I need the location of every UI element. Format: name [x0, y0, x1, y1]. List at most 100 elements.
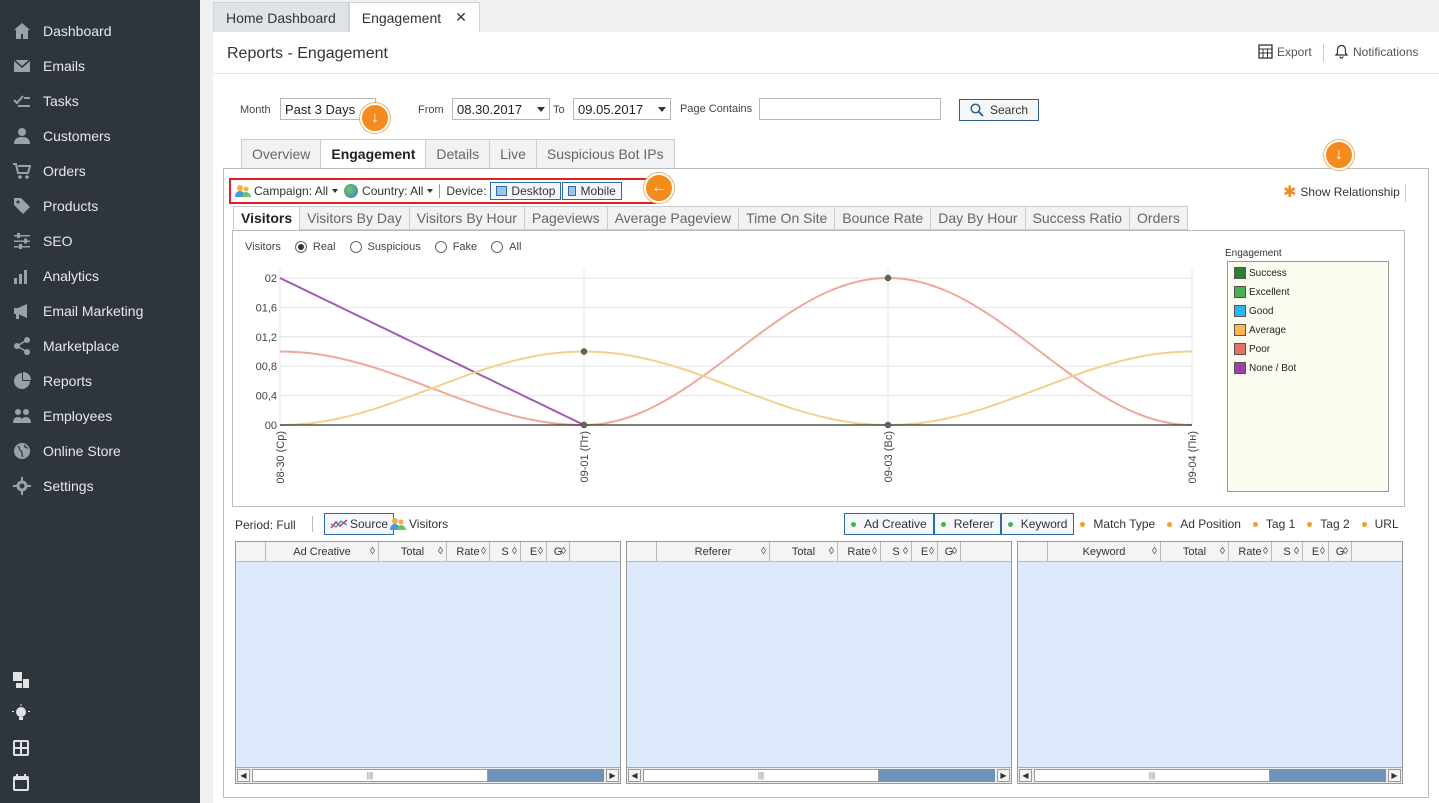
sidebar-item-dashboard[interactable]: Dashboard [0, 13, 200, 48]
column-header[interactable]: S ◊ [881, 542, 912, 562]
legend-item[interactable]: Good [1234, 305, 1273, 317]
sidebar-item-settings[interactable]: Settings [0, 468, 200, 503]
column-header[interactable]: G ◊ [938, 542, 961, 562]
sidebar-item-label: Settings [43, 477, 94, 494]
sort-icon[interactable]: ◊ [1220, 546, 1225, 557]
legend-item[interactable]: None / Bot [1234, 362, 1296, 374]
sidebar-item-marketplace[interactable]: Marketplace [0, 328, 200, 363]
horizontal-scrollbar[interactable]: ◀ ||| ▶ [1018, 767, 1402, 783]
sidebar-item-reports[interactable]: Reports [0, 363, 200, 398]
sort-icon[interactable]: ◊ [1263, 546, 1268, 557]
sort-icon[interactable]: ◊ [561, 546, 566, 557]
visitors-toggle[interactable]: Visitors [390, 517, 448, 531]
chip-referer[interactable]: Referer [933, 513, 1001, 535]
sort-icon[interactable]: ◊ [1152, 546, 1157, 557]
column-header[interactable]: Rate ◊ [1229, 542, 1272, 562]
scroll-left-icon[interactable]: ◀ [628, 769, 641, 782]
sort-icon[interactable]: ◊ [438, 546, 443, 557]
sort-icon[interactable]: ◊ [1320, 546, 1325, 557]
column-header[interactable]: Ad Creative ◊ [266, 542, 379, 562]
globe-icon [13, 442, 31, 460]
column-header[interactable]: Rate ◊ [838, 542, 881, 562]
sort-icon[interactable]: ◊ [512, 546, 517, 557]
chip-tag-2[interactable]: Tag 2 [1301, 513, 1355, 535]
scroll-left-icon[interactable]: ◀ [237, 769, 250, 782]
column-header[interactable]: Referer ◊ [657, 542, 770, 562]
legend-item[interactable]: Success [1234, 267, 1287, 279]
sidebar-item-analytics[interactable]: Analytics [0, 258, 200, 293]
export-button[interactable]: Export [1258, 44, 1312, 59]
column-header[interactable]: S ◊ [490, 542, 521, 562]
sort-icon[interactable]: ◊ [872, 546, 877, 557]
sort-icon[interactable]: ◊ [370, 546, 375, 557]
sort-icon[interactable]: ◊ [903, 546, 908, 557]
calendar-icon[interactable] [12, 774, 30, 792]
scroll-thumb[interactable]: ||| [1034, 769, 1270, 782]
sort-icon[interactable]: ◊ [538, 546, 543, 557]
column-header[interactable]: E ◊ [1303, 542, 1329, 562]
tab-home-dashboard[interactable]: Home Dashboard [213, 2, 349, 32]
sidebar-item-customers[interactable]: Customers [0, 118, 200, 153]
calculator-icon[interactable] [12, 739, 30, 757]
scroll-thumb[interactable]: ||| [252, 769, 488, 782]
data-grid[interactable]: Referer ◊ Total ◊ Rate ◊ S ◊ E ◊ G ◊ ◀ ||| ▶ [626, 541, 1012, 784]
column-header[interactable]: Rate ◊ [447, 542, 490, 562]
column-header[interactable]: Total ◊ [379, 542, 447, 562]
column-header[interactable] [236, 542, 266, 562]
column-header[interactable]: Keyword ◊ [1048, 542, 1161, 562]
sort-icon[interactable]: ◊ [1343, 546, 1348, 557]
scroll-right-icon[interactable]: ▶ [606, 769, 619, 782]
chip-url[interactable]: URL [1356, 513, 1405, 535]
data-grid[interactable]: Ad Creative ◊ Total ◊ Rate ◊ S ◊ E ◊ G ◊ ◀ ||| ▶ [235, 541, 621, 784]
data-grid[interactable]: Keyword ◊ Total ◊ Rate ◊ S ◊ E ◊ G ◊ ◀ ||| ▶ [1017, 541, 1403, 784]
sidebar-item-online-store[interactable]: Online Store [0, 433, 200, 468]
scroll-thumb[interactable]: ||| [643, 769, 879, 782]
sidebar-item-products[interactable]: Products [0, 188, 200, 223]
column-header[interactable]: E ◊ [912, 542, 938, 562]
sort-icon[interactable]: ◊ [952, 546, 957, 557]
lightbulb-icon[interactable] [12, 704, 30, 722]
scroll-right-icon[interactable]: ▶ [1388, 769, 1401, 782]
column-header[interactable]: G ◊ [1329, 542, 1352, 562]
sort-icon[interactable]: ◊ [829, 546, 834, 557]
chip-ad-position[interactable]: Ad Position [1161, 513, 1247, 535]
scroll-right-icon[interactable]: ▶ [997, 769, 1010, 782]
notifications-button[interactable]: Notifications [1334, 44, 1418, 59]
layout-icon[interactable] [12, 671, 30, 689]
legend-item[interactable]: Excellent [1234, 286, 1290, 298]
sidebar-item-label: Reports [43, 372, 93, 389]
sort-icon[interactable]: ◊ [929, 546, 934, 557]
legend-item[interactable]: Poor [1234, 343, 1270, 355]
scroll-track[interactable] [1270, 769, 1386, 782]
tab-engagement[interactable]: Engagement ✕ [348, 2, 480, 32]
sidebar-item-emails[interactable]: Emails [0, 48, 200, 83]
chip-match-type[interactable]: Match Type [1074, 513, 1161, 535]
column-header[interactable] [1018, 542, 1048, 562]
show-relationship-button[interactable]: ✱ Show Relationship [1283, 182, 1400, 202]
sidebar-item-employees[interactable]: Employees [0, 398, 200, 433]
sort-icon[interactable]: ◊ [481, 546, 486, 557]
source-toggle[interactable]: Source [324, 513, 395, 535]
scroll-track[interactable] [879, 769, 995, 782]
scroll-track[interactable] [488, 769, 604, 782]
column-header[interactable]: G ◊ [547, 542, 570, 562]
chip-tag-1[interactable]: Tag 1 [1247, 513, 1301, 535]
column-header[interactable]: Total ◊ [770, 542, 838, 562]
sort-icon[interactable]: ◊ [761, 546, 766, 557]
column-header[interactable]: Total ◊ [1161, 542, 1229, 562]
close-icon[interactable]: ✕ [455, 9, 467, 26]
sidebar-item-tasks[interactable]: Tasks [0, 83, 200, 118]
chip-keyword[interactable]: Keyword [1000, 513, 1075, 535]
legend-item[interactable]: Average [1234, 324, 1286, 336]
chip-ad-creative[interactable]: Ad Creative [844, 513, 934, 535]
horizontal-scrollbar[interactable]: ◀ ||| ▶ [236, 767, 620, 783]
horizontal-scrollbar[interactable]: ◀ ||| ▶ [627, 767, 1011, 783]
sidebar-item-orders[interactable]: Orders [0, 153, 200, 188]
column-header[interactable]: E ◊ [521, 542, 547, 562]
column-header[interactable] [627, 542, 657, 562]
sidebar-item-seo[interactable]: SEO [0, 223, 200, 258]
sidebar-item-email-marketing[interactable]: Email Marketing [0, 293, 200, 328]
column-header[interactable]: S ◊ [1272, 542, 1303, 562]
sort-icon[interactable]: ◊ [1294, 546, 1299, 557]
scroll-left-icon[interactable]: ◀ [1019, 769, 1032, 782]
